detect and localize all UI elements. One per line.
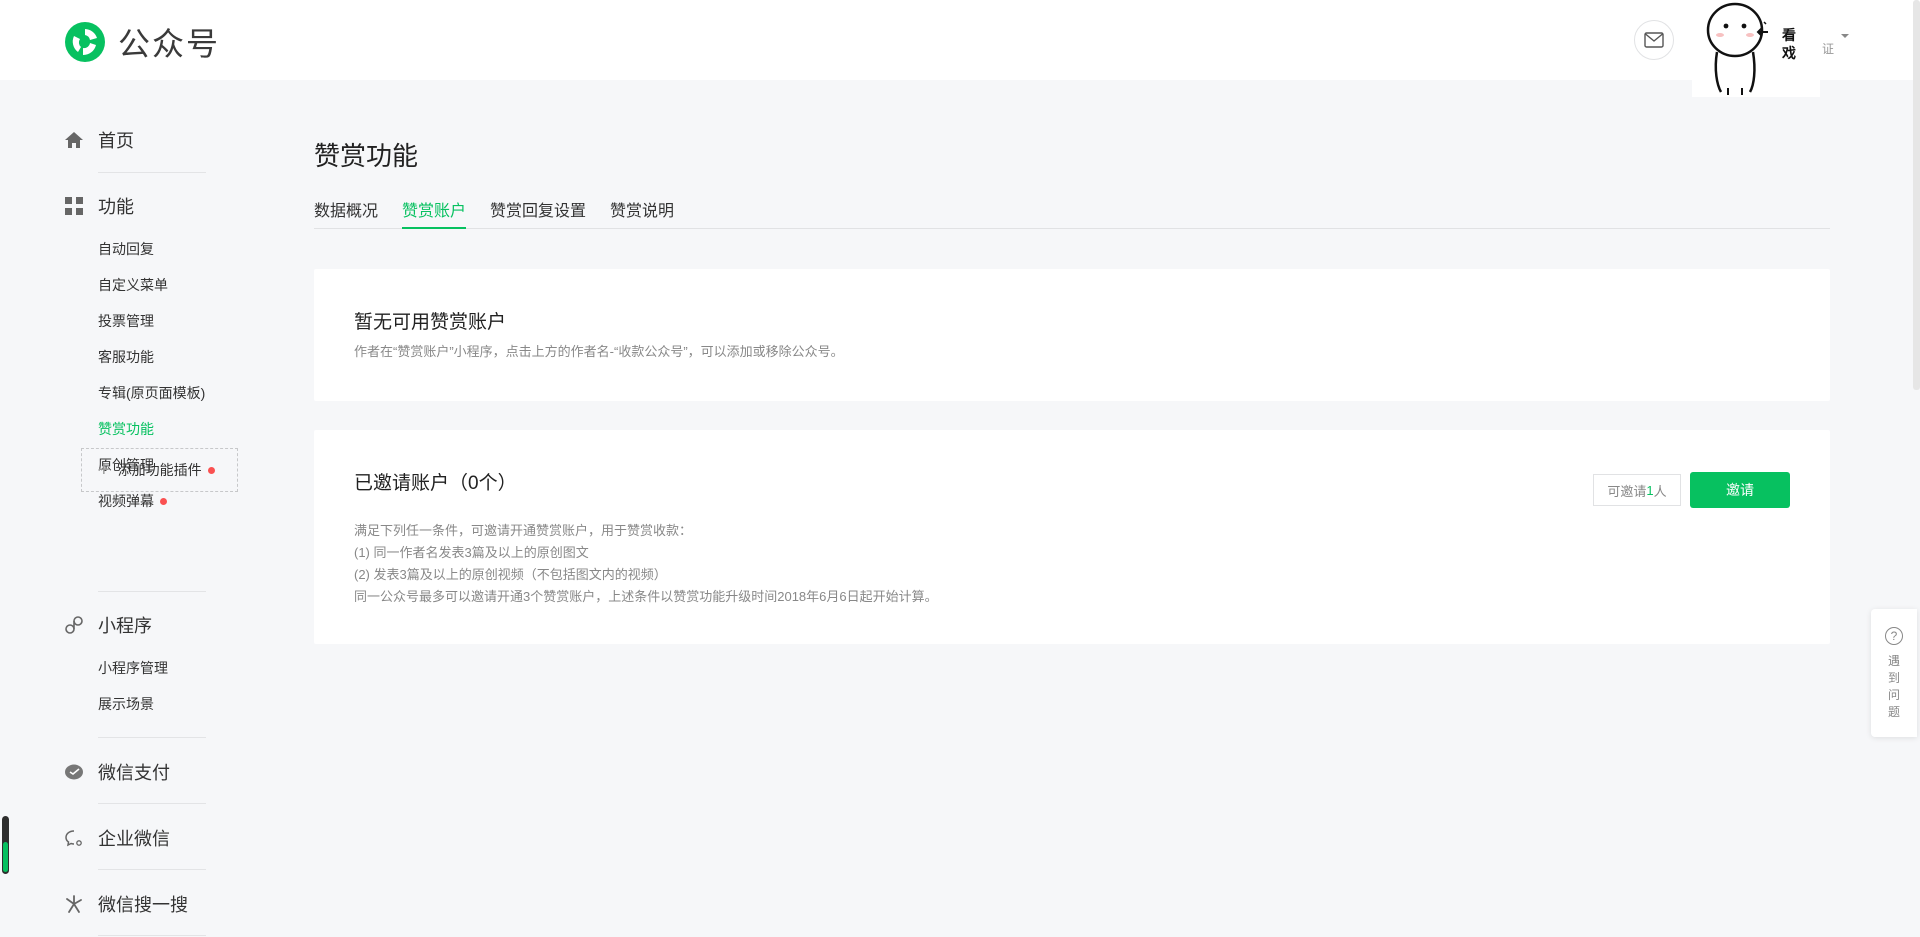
home-icon — [64, 130, 84, 150]
page-scrollbar[interactable] — [1913, 0, 1920, 390]
wechat-search-icon — [64, 894, 84, 914]
chevron-down-icon[interactable] — [1841, 34, 1849, 38]
sidebar-item-video-danmaku[interactable]: 视频弹幕 — [98, 491, 167, 511]
sidebar-item-customer-service[interactable]: 客服功能 — [98, 347, 154, 367]
condition-line: 满足下列任一条件，可邀请开通赞赏账户，用于赞赏收款： — [354, 523, 693, 538]
no-account-card: 暂无可用赞赏账户 作者在“赞赏账户”小程序，点击上方的作者名-“收款公众号”，可… — [314, 269, 1830, 401]
sidebar-item-label: 首页 — [98, 131, 134, 151]
sidebar-item-wechat-pay[interactable]: 微信支付 — [64, 759, 170, 785]
new-badge — [207, 466, 215, 474]
miniprogram-icon — [64, 615, 84, 635]
condition-line: (2) 发表3篇及以上的原创视频（不包括图文内的视频） — [354, 567, 667, 582]
sidebar-item-label: 功能 — [98, 197, 134, 217]
sidebar-item-auto-reply[interactable]: 自动回复 — [98, 239, 154, 259]
sidebar-item-miniprogram[interactable]: 小程序 — [64, 612, 152, 638]
tab-reward-instructions[interactable]: 赞赏说明 — [610, 197, 674, 229]
invite-button[interactable]: 邀请 — [1690, 472, 1790, 508]
divider — [98, 737, 206, 738]
sidebar-item-home[interactable]: 首页 — [64, 127, 134, 153]
divider — [98, 591, 206, 592]
sidebar-item-miniprogram-manage[interactable]: 小程序管理 — [98, 658, 168, 678]
condition-line: 同一公众号最多可以邀请开通3个赞赏账户，上述条件以赞赏功能升级时间2018年6月… — [354, 589, 938, 604]
card-title: 已邀请账户（0个） — [354, 473, 517, 494]
tab-reward-account[interactable]: 赞赏账户 — [402, 197, 467, 229]
new-badge — [160, 497, 167, 505]
quota-suffix: 人 — [1653, 483, 1667, 499]
sidebar-item-vote[interactable]: 投票管理 — [98, 311, 154, 331]
sidebar-item-label: 微信支付 — [98, 763, 170, 783]
invited-accounts-card: 已邀请账户（0个） 可邀请 1 人 邀请 满足下列任一条件，可邀请开通赞赏账户，用于… — [314, 430, 1830, 644]
card-description: 作者在“赞赏账户”小程序，点击上方的作者名-“收款公众号”，可以添加或移除公众号… — [354, 344, 844, 359]
sidebar-item-label: 微信搜一搜 — [98, 895, 188, 915]
sidebar-item-features[interactable]: 功能 — [64, 193, 134, 219]
verify-status: 证 — [1822, 42, 1835, 56]
tab-bar: 数据概况 赞赏账户 赞赏回复设置 赞赏说明 — [314, 194, 1830, 229]
top-header: 公众号 看戏 证 — [0, 0, 1920, 97]
sidebar-item-label: 企业微信 — [98, 829, 170, 849]
sidebar-scroll-indicator[interactable] — [2, 816, 9, 874]
sidebar-item-work-wechat[interactable]: 企业微信 — [64, 825, 170, 851]
divider — [98, 172, 206, 173]
sidebar-item-wechat-search[interactable]: 微信搜一搜 — [64, 891, 188, 917]
divider — [98, 935, 206, 936]
quota-prefix: 可邀请 — [1607, 483, 1647, 499]
wechat-official-logo-icon — [65, 22, 105, 62]
sidebar-item-display-scene[interactable]: 展示场景 — [98, 694, 154, 714]
divider — [98, 803, 206, 804]
tab-data-overview[interactable]: 数据概况 — [314, 197, 378, 229]
divider — [98, 869, 206, 870]
grid-icon — [64, 196, 84, 216]
logo[interactable]: 公众号 — [64, 19, 220, 65]
add-plugin-label: 添加功能插件 — [117, 462, 202, 478]
help-label: 遇到问题 — [1888, 654, 1901, 719]
condition-line: (1) 同一作者名发表3篇及以上的原创图文 — [354, 545, 589, 560]
user-avatar[interactable]: 看戏 — [1692, 0, 1820, 97]
brand-title: 公众号 — [118, 26, 221, 62]
sidebar-item-label: 视频弹幕 — [98, 493, 154, 509]
sidebar-item-custom-menu[interactable]: 自定义菜单 — [98, 275, 168, 295]
message-button[interactable] — [1634, 20, 1674, 60]
sidebar-item-album[interactable]: 专辑(原页面模板) — [98, 383, 205, 403]
invite-quota: 可邀请 1 人 — [1593, 474, 1681, 506]
help-float-button[interactable]: ? 遇到问题 — [1871, 609, 1917, 737]
add-plugin-button[interactable]: + 添加功能插件 — [81, 448, 238, 492]
page-title: 赞赏功能 — [314, 141, 419, 171]
scroll-fill — [3, 842, 8, 872]
plus-icon: + — [98, 459, 110, 481]
tab-reply-settings[interactable]: 赞赏回复设置 — [490, 197, 586, 229]
question-icon: ? — [1885, 627, 1903, 645]
sidebar-item-label: 小程序 — [98, 616, 152, 636]
mail-icon — [1644, 32, 1664, 48]
sticker-caption: 看戏 — [1782, 27, 1796, 61]
sidebar-item-reward[interactable]: 赞赏功能 — [98, 419, 154, 439]
work-wechat-icon — [64, 828, 84, 848]
quota-number: 1 — [1646, 482, 1654, 498]
card-title: 暂无可用赞赏账户 — [354, 312, 507, 333]
wechat-pay-icon — [64, 762, 84, 782]
